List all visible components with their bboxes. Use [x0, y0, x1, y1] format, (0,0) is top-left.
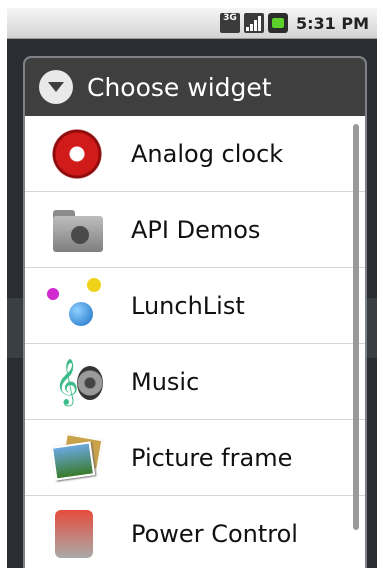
choose-widget-dialog: Choose widget Analog clock API Demos Lun… — [25, 58, 365, 568]
list-item-api-demos[interactable]: API Demos — [25, 192, 365, 268]
widget-list: Analog clock API Demos LunchList 𝄞 Music — [25, 116, 365, 568]
list-item-label: API Demos — [131, 215, 261, 244]
analog-clock-icon — [47, 123, 107, 184]
list-item-label: Picture frame — [131, 443, 293, 472]
list-item-label: Power Control — [131, 519, 298, 548]
dialog-title-bar: Choose widget — [25, 58, 365, 116]
status-icons: 3G 5:31 PM — [219, 11, 369, 35]
status-time: 5:31 PM — [295, 13, 369, 33]
chevron-down-circle-icon — [39, 70, 73, 104]
music-icon: 𝄞 — [47, 352, 107, 412]
dialog-title: Choose widget — [87, 72, 272, 102]
list-item-picture-frame[interactable]: Picture frame — [25, 420, 365, 496]
folder-gear-icon — [47, 200, 107, 260]
power-control-icon — [47, 504, 107, 564]
battery-icon — [267, 13, 288, 33]
list-scrollbar[interactable] — [353, 124, 359, 530]
list-item-analog-clock[interactable]: Analog clock — [25, 116, 365, 192]
list-item-label: Music — [131, 367, 200, 396]
list-item-music[interactable]: 𝄞 Music — [25, 344, 365, 420]
3g-icon: 3G — [219, 13, 240, 33]
molecule-icon — [47, 276, 107, 336]
phone-screen: 3G 5:31 PM Choose widget Analog clock AP… — [7, 8, 377, 568]
picture-frame-icon — [47, 428, 107, 488]
list-item-lunchlist[interactable]: LunchList — [25, 268, 365, 344]
network-label: 3G — [223, 13, 237, 23]
signal-icon — [243, 13, 264, 33]
status-bar: 3G 5:31 PM — [7, 8, 377, 39]
list-item-power-control[interactable]: Power Control — [25, 496, 365, 568]
list-item-label: LunchList — [131, 291, 245, 320]
list-item-label: Analog clock — [131, 139, 284, 168]
